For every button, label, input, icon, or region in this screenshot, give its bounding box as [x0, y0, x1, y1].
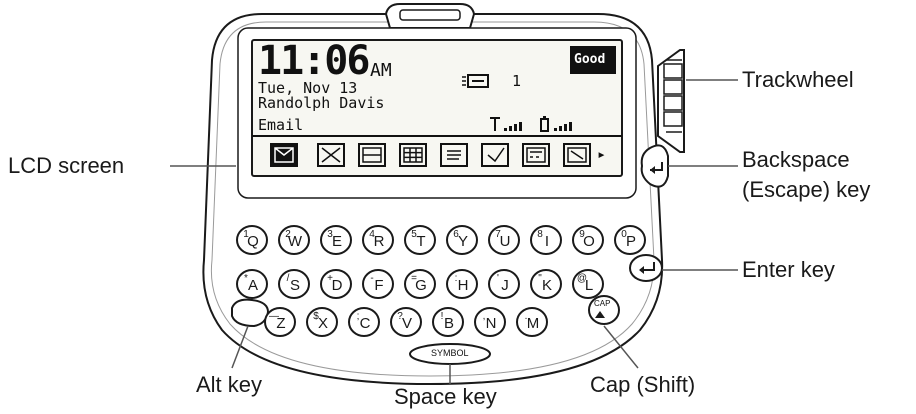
options-icon[interactable]: [563, 143, 591, 167]
callout-cap-shift: Cap (Shift): [590, 372, 696, 397]
key-g[interactable]: G=: [404, 269, 436, 299]
key-b[interactable]: B!: [432, 307, 464, 337]
key-k[interactable]: K": [530, 269, 562, 299]
callout-trackwheel: Trackwheel: [742, 67, 854, 92]
key-q[interactable]: Q1: [236, 225, 268, 255]
message-count: 1: [512, 72, 522, 90]
key-alt-symbol: 6: [453, 229, 459, 240]
key-alt-symbol: ": [538, 273, 542, 284]
key-z[interactable]: Z—: [264, 307, 296, 337]
key-alt-symbol: 3: [327, 229, 333, 240]
key-letter: D: [332, 277, 343, 294]
clock-ampm: AM: [370, 60, 392, 81]
key-letter: T: [416, 233, 425, 250]
key-alt-symbol: !: [441, 311, 444, 322]
key-n[interactable]: N,: [474, 307, 506, 337]
key-letter: I: [545, 233, 549, 250]
key-letter: Q: [247, 233, 259, 250]
key-alt-symbol: 1: [243, 229, 249, 240]
key-alt-symbol: @: [577, 273, 587, 284]
key-i[interactable]: I8: [530, 225, 562, 255]
key-o[interactable]: O9: [572, 225, 604, 255]
key-letter: B: [444, 315, 454, 332]
key-letter: E: [332, 233, 342, 250]
key-alt-symbol: /: [287, 273, 290, 284]
top-speaker-notch: [384, 3, 476, 29]
key-alt-symbol: =: [411, 273, 417, 284]
address-book-icon[interactable]: [358, 143, 386, 167]
key-alt-symbol: 4: [369, 229, 375, 240]
key-letter: P: [626, 233, 636, 250]
callout-space-key: Space key: [394, 384, 497, 409]
key-t[interactable]: T5: [404, 225, 436, 255]
key-letter: S: [290, 277, 300, 294]
status-badge: Good: [574, 52, 606, 67]
key-letter: O: [583, 233, 595, 250]
key-j[interactable]: J': [488, 269, 520, 299]
key-letter: H: [458, 277, 469, 294]
key-y[interactable]: Y6: [446, 225, 478, 255]
callout-lcd-screen: LCD screen: [8, 153, 125, 178]
callout-backspace-line1: Backspace: [742, 147, 850, 172]
key-p[interactable]: P0: [614, 225, 646, 255]
key-alt-symbol: 8: [537, 229, 543, 240]
key-alt-symbol: -: [370, 273, 373, 284]
key-alt-symbol: 0: [621, 229, 627, 240]
key-alt-symbol: 5: [411, 229, 417, 240]
key-alt-symbol: *: [244, 273, 248, 284]
email-icon[interactable]: [270, 143, 298, 167]
key-letter: R: [374, 233, 385, 250]
key-c[interactable]: C;: [348, 307, 380, 337]
key-alt-symbol: +: [327, 273, 333, 284]
key-v[interactable]: V?: [390, 307, 422, 337]
key-alt-symbol: 7: [495, 229, 501, 240]
more-apps-arrow: ▸: [597, 145, 607, 163]
key-letter: N: [486, 315, 497, 332]
key-a[interactable]: A*: [236, 269, 268, 299]
key-letter: C: [360, 315, 371, 332]
key-alt-symbol: ,: [483, 311, 486, 322]
callout-enter-key: Enter key: [742, 257, 835, 282]
clock-time: 11:06: [258, 38, 370, 84]
trackwheel[interactable]: [657, 49, 685, 153]
key-alt-symbol: 9: [579, 229, 585, 240]
key-letter: Y: [458, 233, 468, 250]
key-e[interactable]: E3: [320, 225, 352, 255]
key-letter: U: [500, 233, 511, 250]
key-alt-symbol: :: [455, 273, 458, 284]
key-w[interactable]: W2: [278, 225, 310, 255]
key-m[interactable]: M.: [516, 307, 548, 337]
owner-name: Randolph Davis: [258, 94, 385, 112]
key-h[interactable]: H:: [446, 269, 478, 299]
key-alt-symbol: ': [497, 273, 499, 284]
cap-key-label: CAP: [594, 299, 611, 308]
key-letter: V: [402, 315, 412, 332]
key-alt-symbol: ?: [397, 311, 403, 322]
key-letter: M: [527, 315, 540, 332]
key-f[interactable]: F-: [362, 269, 394, 299]
key-letter: F: [374, 277, 383, 294]
key-alt-symbol: $: [313, 311, 319, 322]
key-s[interactable]: S/: [278, 269, 310, 299]
key-l[interactable]: L@: [572, 269, 604, 299]
key-alt-symbol: ;: [357, 311, 360, 322]
key-x[interactable]: X$: [306, 307, 338, 337]
key-r[interactable]: R4: [362, 225, 394, 255]
key-letter: A: [248, 277, 258, 294]
key-letter: X: [318, 315, 328, 332]
app-label: Email: [258, 116, 304, 134]
key-letter: J: [501, 277, 509, 294]
callout-backspace-line2: (Escape) key: [742, 177, 871, 202]
key-letter: K: [542, 277, 552, 294]
key-alt-symbol: —: [269, 311, 279, 322]
key-alt-symbol: 2: [285, 229, 291, 240]
alt-key[interactable]: [231, 298, 270, 328]
key-d[interactable]: D+: [320, 269, 352, 299]
symbol-key-label: SYMBOL: [431, 348, 469, 358]
callout-alt-key: Alt key: [196, 372, 263, 397]
enter-key[interactable]: [629, 254, 663, 282]
key-alt-symbol: .: [525, 311, 528, 322]
key-u[interactable]: U7: [488, 225, 520, 255]
backspace-key[interactable]: [640, 144, 669, 188]
